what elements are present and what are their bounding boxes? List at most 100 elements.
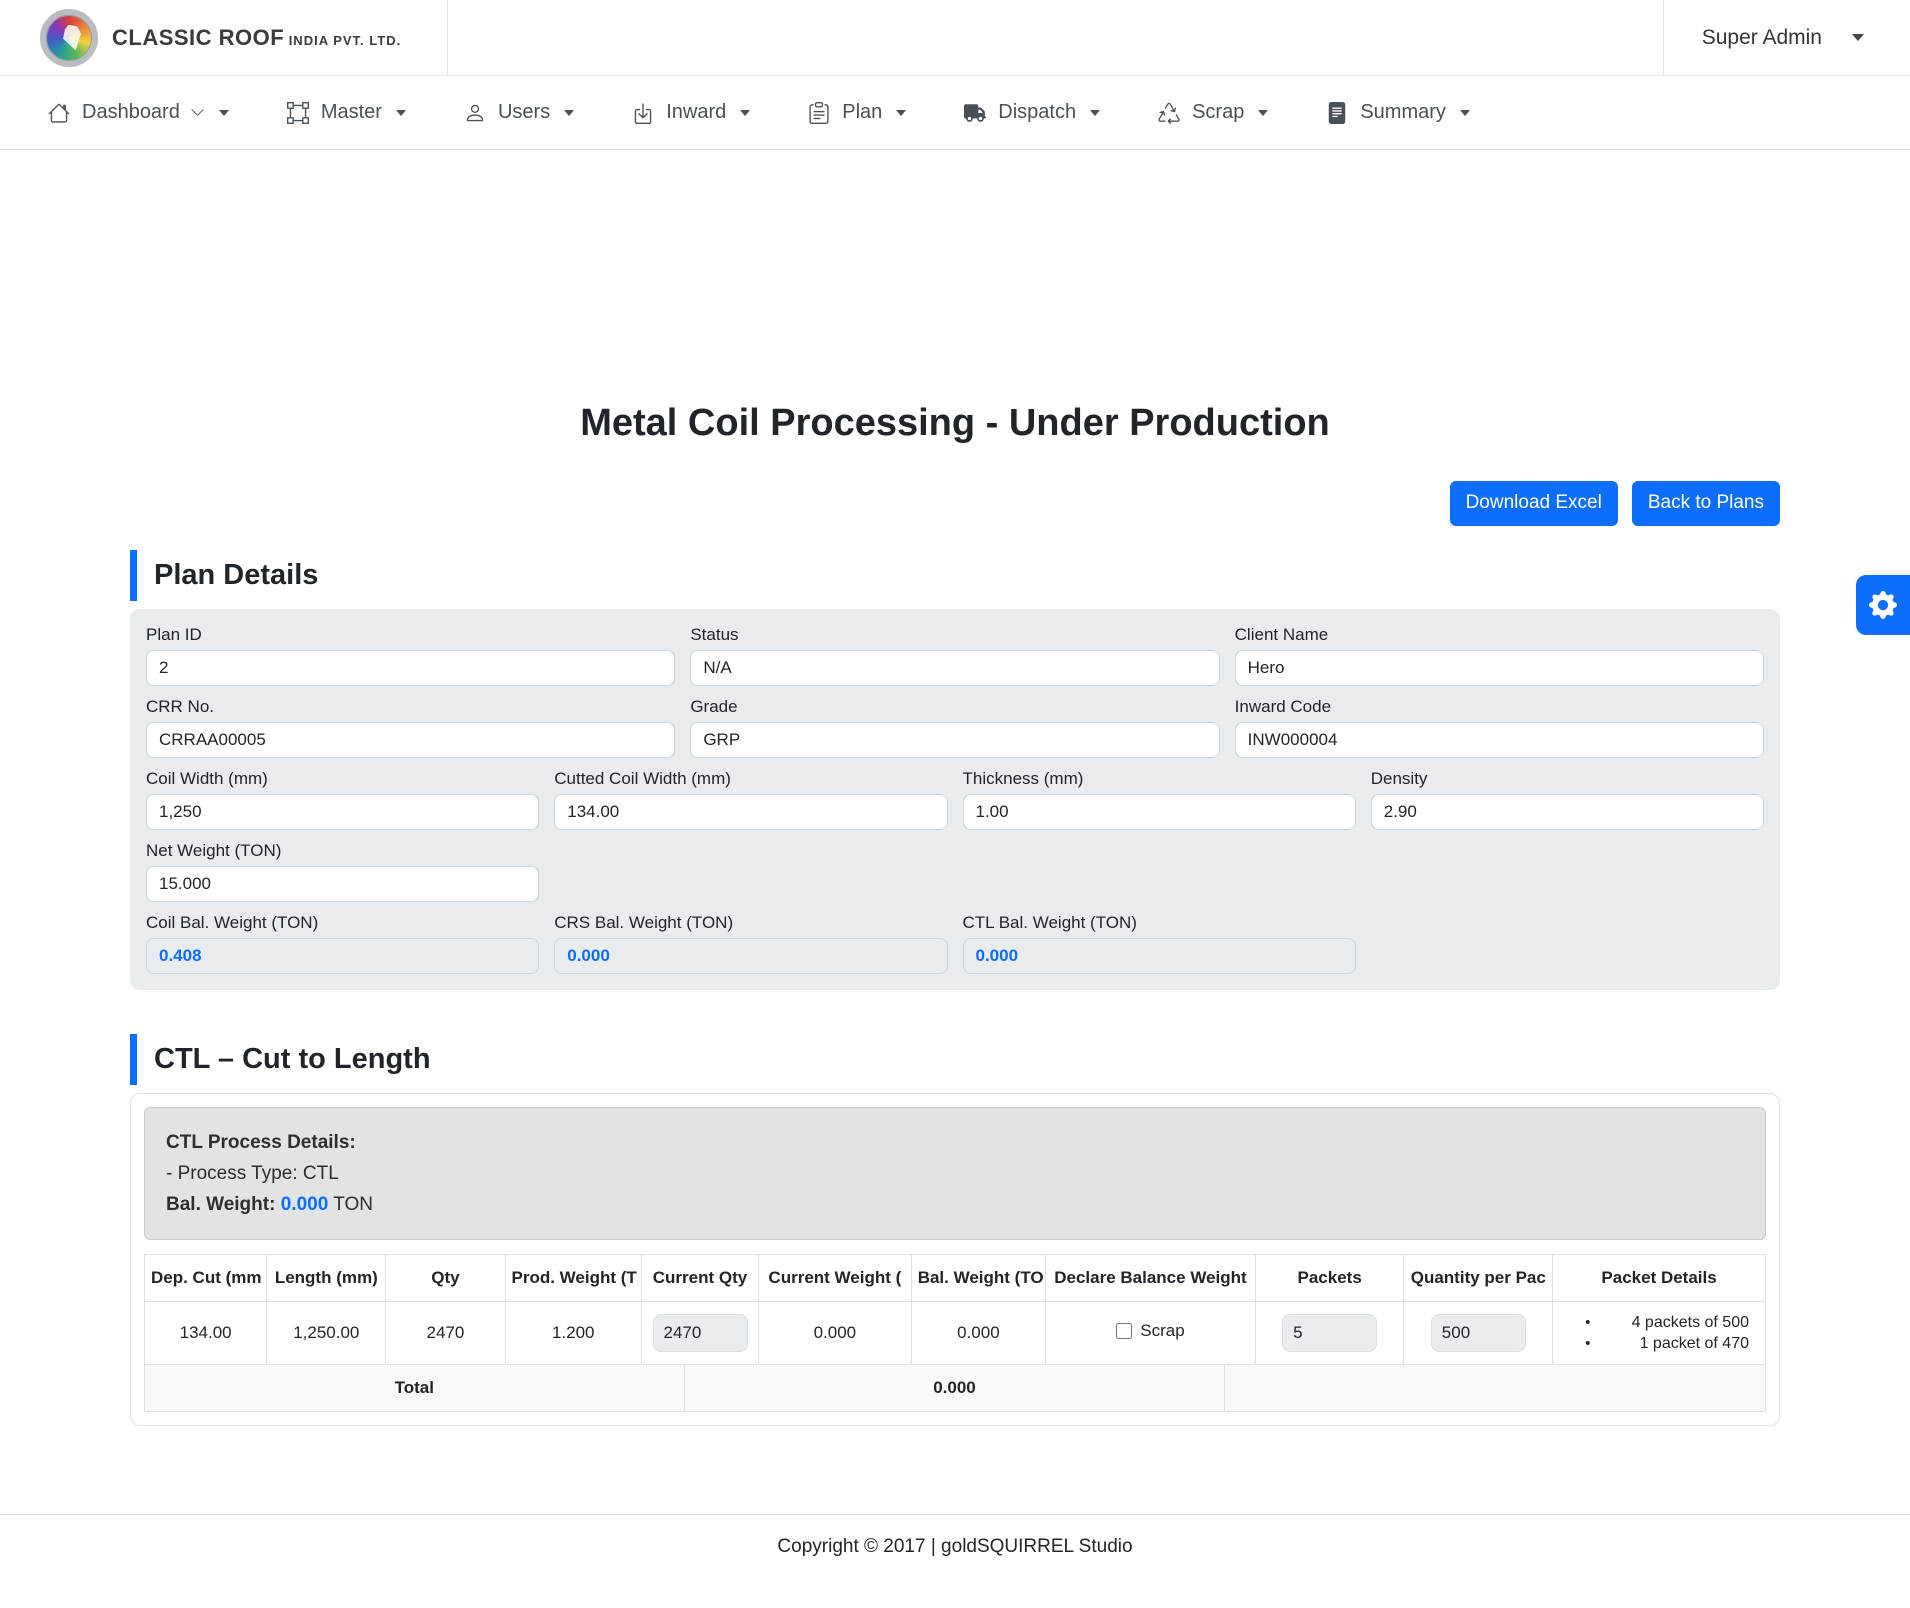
bullet-icon: • — [1585, 1333, 1599, 1354]
scrap-label: Scrap — [1140, 1321, 1184, 1341]
nav-item-dashboard[interactable]: Dashboard — [48, 101, 229, 124]
caret-down-icon — [1090, 110, 1100, 116]
file-text-icon — [1326, 102, 1348, 124]
nav-item-scrap[interactable]: Scrap — [1158, 101, 1268, 124]
coil-width-label: Coil Width (mm) — [146, 769, 539, 789]
chevron-down-icon — [1852, 34, 1864, 41]
field-ctl-bal-weight: CTL Bal. Weight (TON) — [963, 913, 1356, 974]
total-label: Total — [144, 1364, 685, 1412]
grade-input[interactable] — [690, 722, 1219, 758]
ctl-bal-weight-input — [963, 938, 1356, 974]
thickness-label: Thickness (mm) — [963, 769, 1356, 789]
brand-subtitle: INDIA PVT. LTD. — [289, 33, 402, 48]
client-name-label: Client Name — [1235, 625, 1764, 645]
grade-label: Grade — [690, 697, 1219, 717]
ctl-bal-weight-label: CTL Bal. Weight (TON) — [963, 913, 1356, 933]
brand[interactable]: CLASSIC ROOF INDIA PVT. LTD. — [0, 0, 448, 75]
copyright-text: Copyright © 2017 | goldSQUIRREL Studio — [777, 1536, 1132, 1557]
home-icon — [48, 102, 70, 124]
crs-bal-weight-input — [554, 938, 947, 974]
table-header-row: Dep. Cut (mm Length (mm) Qty Prod. Weigh… — [145, 1254, 1766, 1301]
settings-fab-button[interactable] — [1856, 575, 1910, 635]
inward-code-label: Inward Code — [1235, 697, 1764, 717]
caret-down-icon — [740, 110, 750, 116]
current-qty-input — [653, 1314, 748, 1352]
caret-down-icon — [1460, 110, 1470, 116]
ctl-bal-weight-line: Bal. Weight: 0.000 TON — [166, 1189, 1744, 1220]
brand-title: CLASSIC ROOF — [112, 25, 284, 50]
ctl-process-type: - Process Type: CTL — [166, 1158, 1744, 1189]
cell-current-weight: 0.000 — [759, 1301, 912, 1364]
field-thickness: Thickness (mm) — [963, 769, 1356, 830]
caret-down-icon — [219, 110, 229, 116]
status-input[interactable] — [690, 650, 1219, 686]
field-client-name: Client Name — [1235, 625, 1764, 686]
col-prod-weight: Prod. Weight (T — [505, 1254, 641, 1301]
col-declare-balance-weight: Declare Balance Weight — [1046, 1254, 1256, 1301]
caret-down-icon — [564, 110, 574, 116]
field-coil-bal-weight: Coil Bal. Weight (TON) — [146, 913, 539, 974]
footer: Copyright © 2017 | goldSQUIRREL Studio — [0, 1514, 1910, 1592]
plan-details-panel: Plan ID Status Client Name CRR No. — [130, 609, 1780, 990]
main-content: Metal Coil Processing - Under Production… — [130, 402, 1780, 1426]
ctl-process-title: CTL Process Details: — [166, 1127, 1744, 1158]
nav-item-plan[interactable]: Plan — [808, 101, 906, 124]
col-dep-cut: Dep. Cut (mm — [145, 1254, 267, 1301]
ctl-process-details-box: CTL Process Details: - Process Type: CTL… — [144, 1107, 1766, 1240]
nav-label: Plan — [842, 101, 882, 124]
packet-detail-item: • 4 packets of 500 — [1559, 1312, 1759, 1333]
user-menu[interactable]: Super Admin — [1663, 0, 1910, 75]
cell-packet-details: • 4 packets of 500 • 1 packet of 470 — [1553, 1301, 1766, 1364]
field-coil-width: Coil Width (mm) — [146, 769, 539, 830]
truck-icon — [964, 102, 986, 124]
nav-item-users[interactable]: Users — [464, 101, 574, 124]
nav-item-inward[interactable]: Inward — [632, 101, 750, 124]
cell-prod-weight: 1.200 — [505, 1301, 641, 1364]
person-icon — [464, 102, 486, 124]
nav-item-dispatch[interactable]: Dispatch — [964, 101, 1100, 124]
plan-details-heading: Plan Details — [130, 550, 1780, 601]
scrap-checkbox[interactable] — [1116, 1323, 1132, 1339]
inward-code-input[interactable] — [1235, 722, 1764, 758]
company-logo-icon — [40, 9, 98, 67]
cutted-coil-width-input[interactable] — [554, 794, 947, 830]
caret-down-icon — [396, 110, 406, 116]
cell-quantity-per-packet — [1404, 1301, 1553, 1364]
nav-item-summary[interactable]: Summary — [1326, 101, 1470, 124]
download-excel-button[interactable]: Download Excel — [1450, 481, 1618, 526]
crr-no-label: CRR No. — [146, 697, 675, 717]
field-plan-id: Plan ID — [146, 625, 675, 686]
bounding-box-icon — [287, 102, 309, 124]
cell-declare-balance-weight: Scrap — [1046, 1301, 1256, 1364]
col-quantity-per-packet: Quantity per Pac — [1404, 1254, 1553, 1301]
field-grade: Grade — [690, 697, 1219, 758]
coil-width-input[interactable] — [146, 794, 539, 830]
packets-input — [1282, 1314, 1377, 1352]
density-input[interactable] — [1371, 794, 1764, 830]
back-to-plans-button[interactable]: Back to Plans — [1632, 481, 1780, 526]
plan-id-input[interactable] — [146, 650, 675, 686]
nav-label: Scrap — [1192, 101, 1244, 124]
status-label: Status — [690, 625, 1219, 645]
caret-down-icon — [896, 110, 906, 116]
crr-no-input[interactable] — [146, 722, 675, 758]
bullet-icon: • — [1585, 1312, 1599, 1333]
bal-weight-unit: TON — [333, 1194, 373, 1215]
field-status: Status — [690, 625, 1219, 686]
main-nav: Dashboard Master Users Inward Plan Dispa… — [0, 76, 1910, 150]
col-current-weight: Current Weight ( — [759, 1254, 912, 1301]
thickness-input[interactable] — [963, 794, 1356, 830]
cell-packets — [1255, 1301, 1404, 1364]
cell-dep-cut: 134.00 — [145, 1301, 267, 1364]
nav-item-master[interactable]: Master — [287, 101, 406, 124]
net-weight-input[interactable] — [146, 866, 539, 902]
coil-bal-weight-label: Coil Bal. Weight (TON) — [146, 913, 539, 933]
nav-label: Summary — [1360, 101, 1446, 124]
ctl-table: Dep. Cut (mm Length (mm) Qty Prod. Weigh… — [144, 1254, 1766, 1365]
client-name-input[interactable] — [1235, 650, 1764, 686]
user-name: Super Admin — [1702, 26, 1822, 50]
col-length: Length (mm) — [267, 1254, 386, 1301]
cutted-coil-width-label: Cutted Coil Width (mm) — [554, 769, 947, 789]
field-crs-bal-weight: CRS Bal. Weight (TON) — [554, 913, 947, 974]
col-bal-weight: Bal. Weight (TO — [911, 1254, 1045, 1301]
